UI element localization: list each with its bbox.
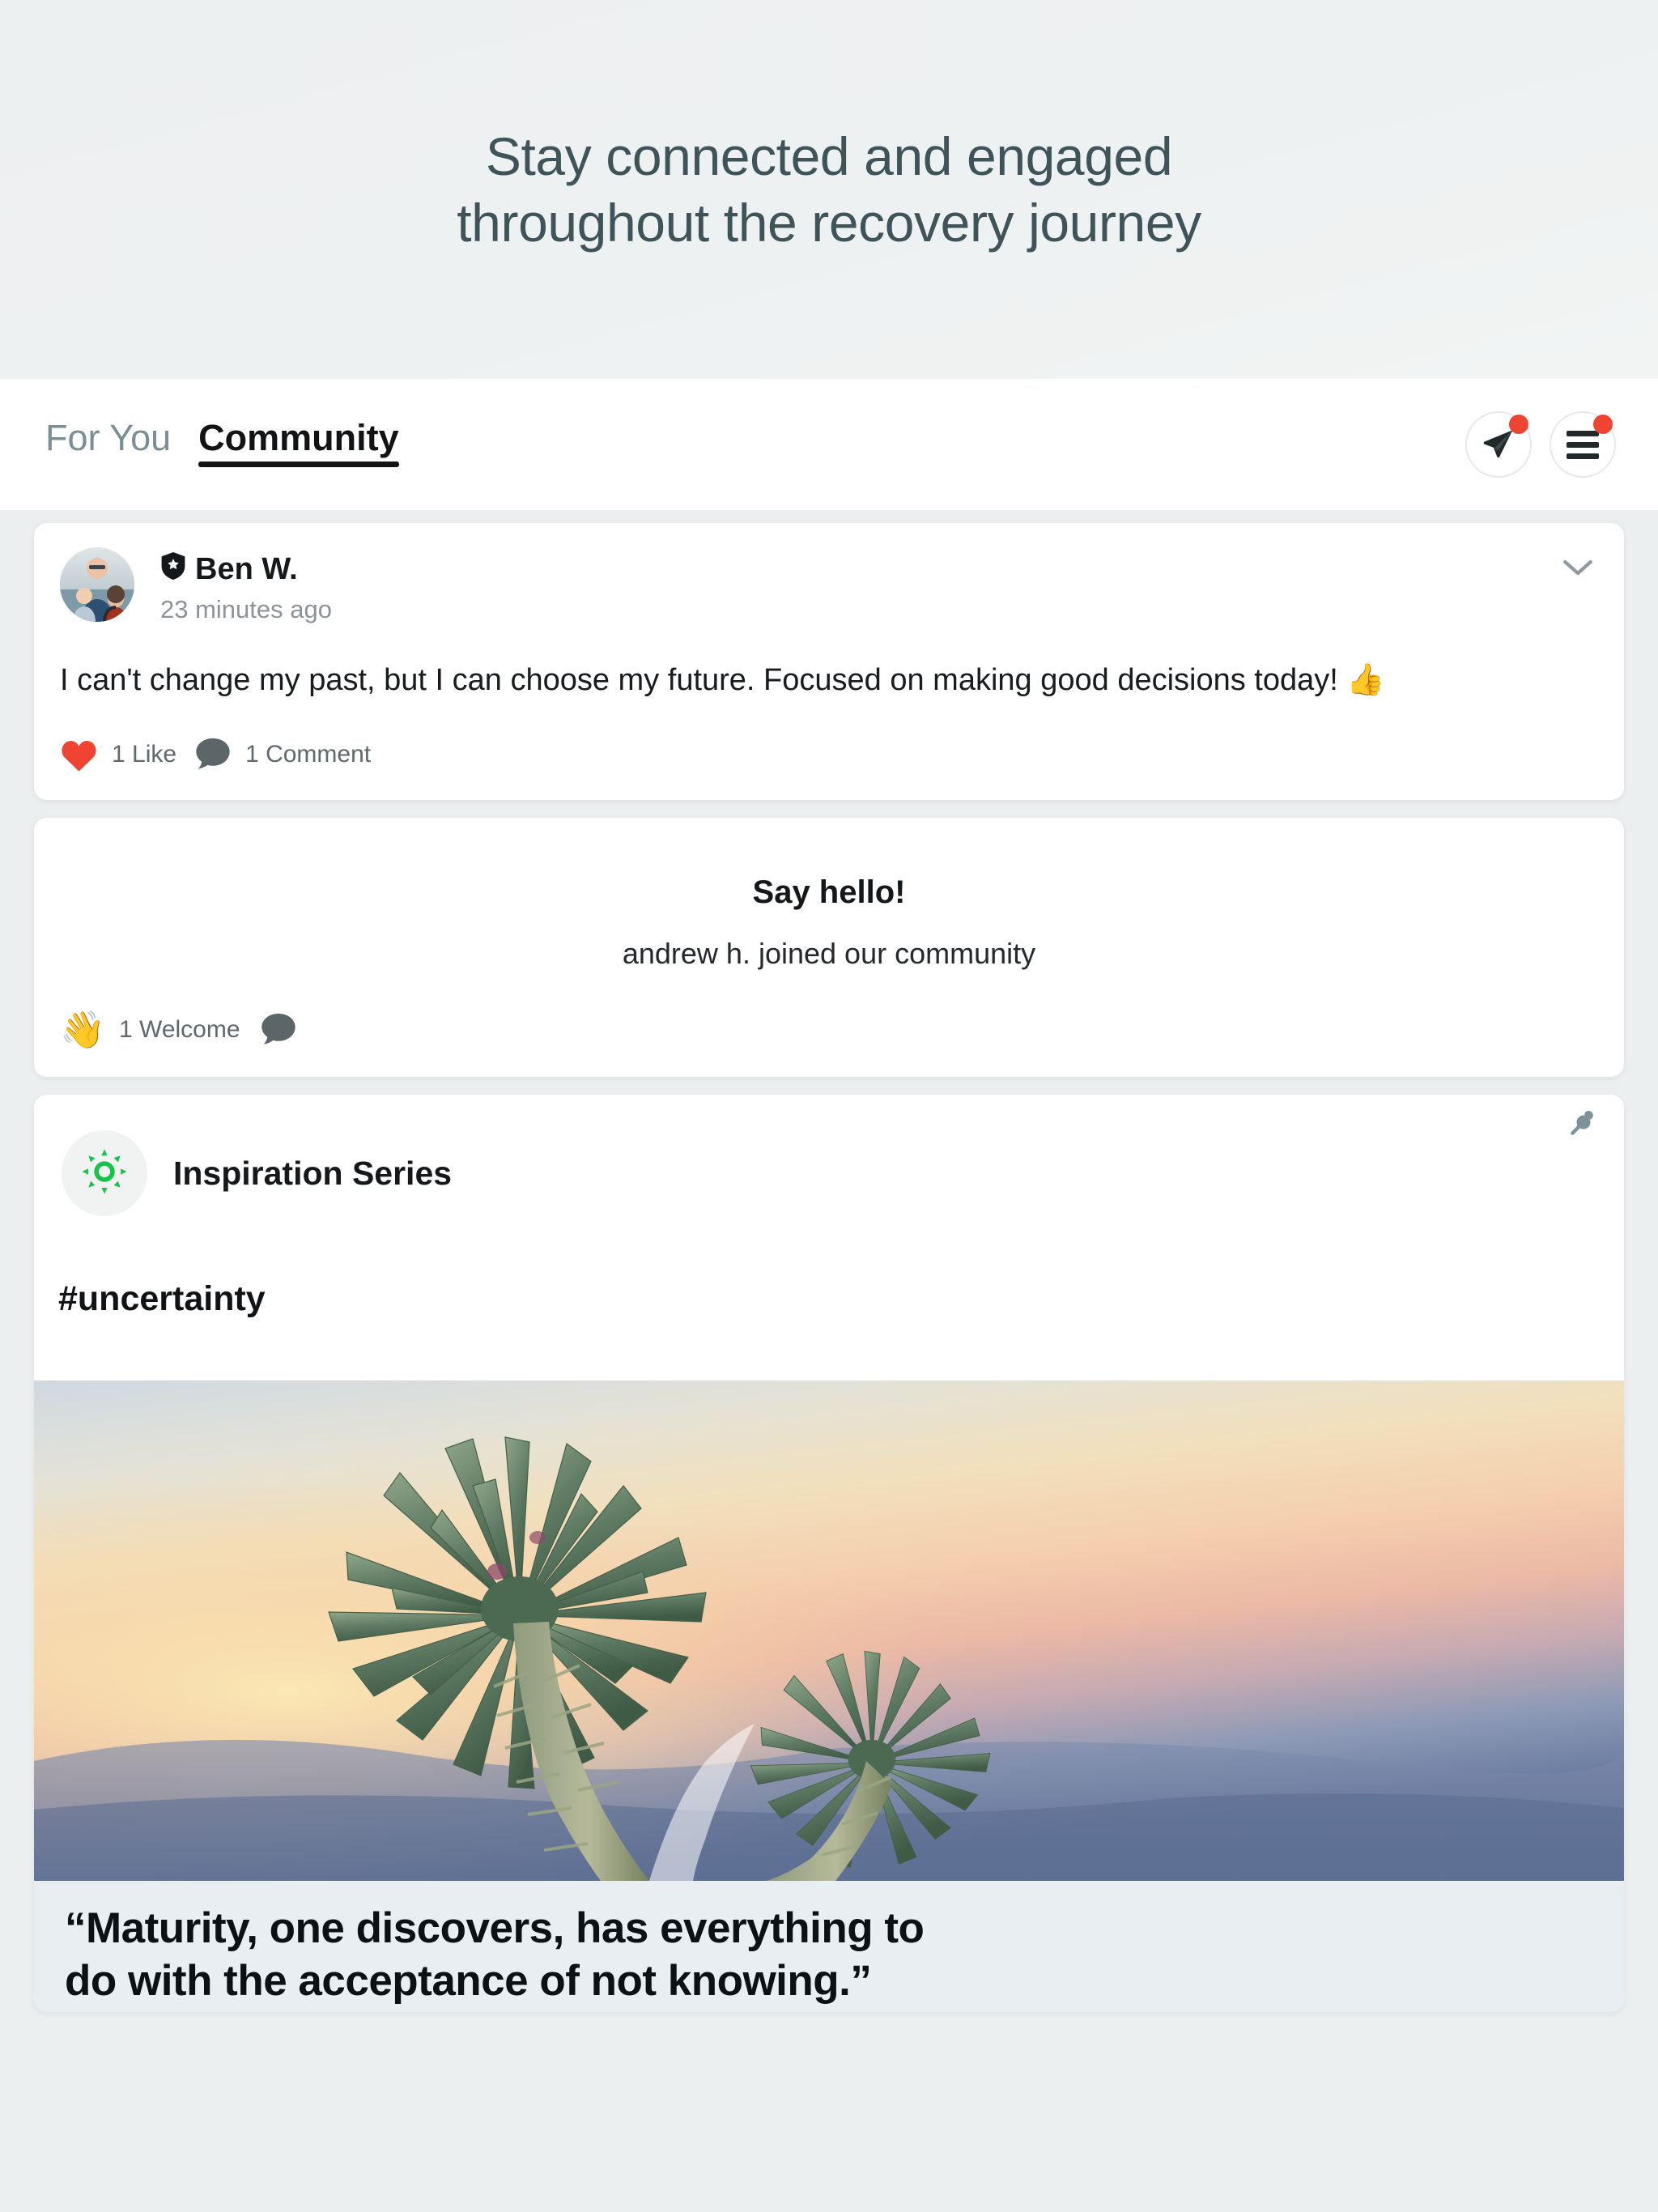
menu-notification-badge [1593, 415, 1613, 434]
feed-list: Ben W. 23 minutes ago I can't change my … [0, 510, 1658, 2013]
comment-button[interactable]: 1 Comment [194, 737, 371, 772]
app-bar-actions [1465, 411, 1616, 478]
post-header: Ben W. 23 minutes ago [34, 523, 1624, 624]
inspiration-series-quote: “Maturity, one discovers, has everything… [34, 1881, 1624, 2013]
welcome-button[interactable]: 👋 1 Welcome [60, 1011, 240, 1048]
heart-icon [60, 738, 98, 772]
inspiration-quote-line-2: do with the acceptance of not knowing.” [65, 1957, 872, 2006]
chevron-down-icon [1561, 559, 1595, 581]
member-joined-card: Say hello! andrew h. joined our communit… [34, 818, 1624, 1078]
tab-community[interactable]: Community [198, 419, 399, 467]
post-timestamp: 23 minutes ago [160, 594, 332, 623]
green-sun-icon [81, 1148, 128, 1199]
inspiration-series-avatar [62, 1130, 147, 1217]
post-author-row: Ben W. [160, 552, 332, 588]
hamburger-menu-icon [1567, 430, 1599, 459]
like-button[interactable]: 1 Like [60, 738, 176, 772]
inspiration-quote-line-1: “Maturity, one discovers, has everything… [65, 1904, 925, 1953]
promo-headline-line-2: throughout the recovery journey [457, 193, 1201, 253]
post-author-name: Ben W. [195, 552, 298, 586]
member-joined-subtitle: andrew h. joined our community [622, 937, 1036, 971]
inspiration-series-hashtag[interactable]: #uncertainty [34, 1216, 1624, 1319]
say-hello-title: Say hello! [752, 874, 906, 911]
member-joined-comment-button[interactable] [260, 1012, 297, 1048]
post-card: Ben W. 23 minutes ago I can't change my … [34, 523, 1624, 801]
welcome-count-label: 1 Welcome [119, 1015, 240, 1043]
send-message-notification-badge [1509, 415, 1528, 434]
send-message-button[interactable] [1465, 411, 1532, 478]
member-joined-reaction-row: 👋 1 Welcome [34, 971, 1624, 1077]
pushpin-icon [1566, 1111, 1598, 1143]
comment-bubble-icon [194, 737, 232, 772]
promo-headline-line-1: Stay connected and engaged [485, 125, 1173, 186]
promo-headline: Stay connected and engaged throughout th… [457, 123, 1201, 257]
inspiration-series-header: Inspiration Series [34, 1095, 1624, 1217]
like-count-label: 1 Like [112, 741, 177, 768]
menu-button[interactable] [1550, 411, 1616, 478]
paper-plane-icon [1481, 427, 1516, 462]
thumbs-up-emoji: 👍 [1346, 662, 1385, 697]
feed-tabs: For You Community [45, 419, 399, 470]
member-joined-body: Say hello! andrew h. joined our communit… [34, 818, 1624, 971]
waving-hand-emoji: 👋 [60, 1009, 106, 1051]
promo-banner: Stay connected and engaged throughout th… [0, 0, 1658, 379]
post-options-button[interactable] [1561, 557, 1595, 578]
pin-post-button[interactable] [1566, 1108, 1598, 1140]
inspiration-series-title: Inspiration Series [173, 1154, 453, 1192]
avatar[interactable] [60, 547, 134, 622]
inspiration-series-card: Inspiration Series #uncertainty “Maturit… [34, 1095, 1624, 2013]
post-reaction-row: 1 Like 1 Comment [34, 701, 1624, 800]
post-meta: Ben W. 23 minutes ago [160, 547, 332, 624]
comment-count-label: 1 Comment [245, 741, 372, 768]
shield-star-badge-icon [160, 552, 186, 588]
app-top-bar: For You Community [0, 379, 1658, 510]
post-body: I can't change my past, but I can choose… [34, 624, 1624, 701]
inspiration-series-media[interactable] [34, 1380, 1624, 1882]
tab-for-you[interactable]: For You [45, 419, 171, 467]
post-body-text: I can't change my past, but I can choose… [60, 662, 1338, 697]
comment-bubble-icon [260, 1012, 297, 1048]
